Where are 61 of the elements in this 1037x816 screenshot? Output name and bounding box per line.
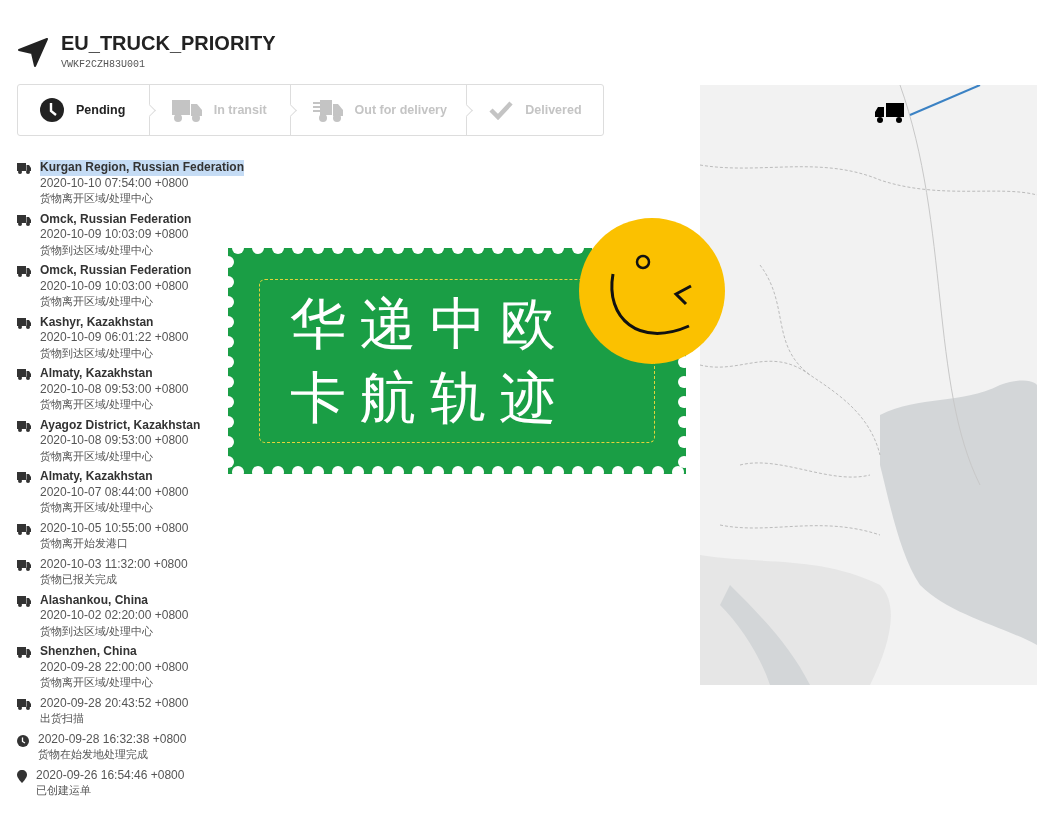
event-status: 货物离开始发港口 <box>40 536 129 551</box>
event-time: 2020-10-08 09:53:00 +0800 <box>40 433 189 449</box>
event-location: Almaty, Kazakhstan <box>40 469 153 485</box>
truck-icon <box>17 472 31 483</box>
truck-icon <box>17 214 31 226</box>
event-time: 2020-09-28 22:00:00 +0800 <box>40 659 189 675</box>
truck-icon <box>17 647 31 658</box>
event-time: 2020-09-26 16:54:46 +0800 <box>36 767 185 783</box>
event-time: 2020-10-08 09:53:00 +0800 <box>40 381 189 397</box>
event-status: 货物离开区域/处理中心 <box>40 397 155 412</box>
event-location: Alashankou, China <box>40 592 149 608</box>
progress-step: Pending <box>18 85 149 135</box>
event-time: 2020-10-07 08:44:00 +0800 <box>40 484 189 500</box>
truck-icon <box>171 98 202 122</box>
event-status: 货物到达区域/处理中心 <box>40 623 155 639</box>
event-location: Ayagoz District, Kazakhstan <box>40 417 201 433</box>
event-time: 2020-09-28 20:43:52 +0800 <box>40 695 189 711</box>
location-pin-icon <box>17 769 27 783</box>
event-status: 货物在始发地处理完成 <box>38 747 149 762</box>
check-icon <box>489 100 514 120</box>
event-time: 2020-10-03 11:32:00 +0800 <box>40 556 188 572</box>
shipment-title: EU_TRUCK_PRIORITY <box>61 32 276 55</box>
truck-icon <box>17 559 31 571</box>
event-status: 货物离开区域/处理中心 <box>40 448 155 464</box>
banner-text: 华递中欧 <box>290 290 571 358</box>
banner-text: 卡航轨迹 <box>290 364 571 432</box>
clock-icon <box>17 734 29 747</box>
truck-icon <box>17 317 31 329</box>
truck-icon <box>17 266 31 277</box>
event-status: 货物离开区域/处理中心 <box>40 294 155 309</box>
event-time: 2020-10-09 06:01:22 +0800 <box>40 330 189 346</box>
event-time: 2020-09-28 16:32:38 +0800 <box>38 731 187 747</box>
truck-icon <box>17 698 31 710</box>
event-status: 货物到达区域/处理中心 <box>40 345 155 361</box>
event-status: 货物已报关完成 <box>40 572 118 587</box>
fast-truck-icon <box>312 98 343 122</box>
event-time: 2020-10-02 02:20:00 +0800 <box>40 608 189 624</box>
event-status: 出货扫描 <box>40 711 85 726</box>
event-status: 货物离开区域/处理中心 <box>40 191 155 206</box>
truck-icon <box>17 420 31 432</box>
event-location: Shenzhen, China <box>40 644 137 660</box>
truck-icon <box>17 523 31 535</box>
event-location: Omck, Russian Federation <box>40 211 192 227</box>
navigation-arrow-icon <box>17 36 49 68</box>
truck-icon <box>17 163 31 174</box>
event-status: 货物离开区域/处理中心 <box>40 500 155 515</box>
tracking-number: VWKF2CZH83U001 <box>61 59 146 70</box>
truck-icon <box>17 595 31 607</box>
event-status: 货物离开区域/处理中心 <box>40 675 155 690</box>
truck-icon <box>17 369 31 380</box>
event-status: 已创建运单 <box>36 783 92 798</box>
event-time: 2020-10-09 10:03:09 +0800 <box>40 227 189 243</box>
event-time: 2020-10-10 07:54:00 +0800 <box>40 175 189 191</box>
event-time: 2020-10-05 10:55:00 +0800 <box>40 520 189 536</box>
event-location: Kashyr, Kazakhstan <box>40 314 154 330</box>
clock-icon <box>40 98 64 122</box>
event-location: Almaty, Kazakhstan <box>40 366 153 382</box>
event-status: 货物到达区域/处理中心 <box>40 242 155 258</box>
event-location: Kurgan Region, Russian Federation <box>40 160 245 176</box>
event-location: Omck, Russian Federation <box>40 263 192 279</box>
event-time: 2020-10-09 10:03:00 +0800 <box>40 278 189 294</box>
